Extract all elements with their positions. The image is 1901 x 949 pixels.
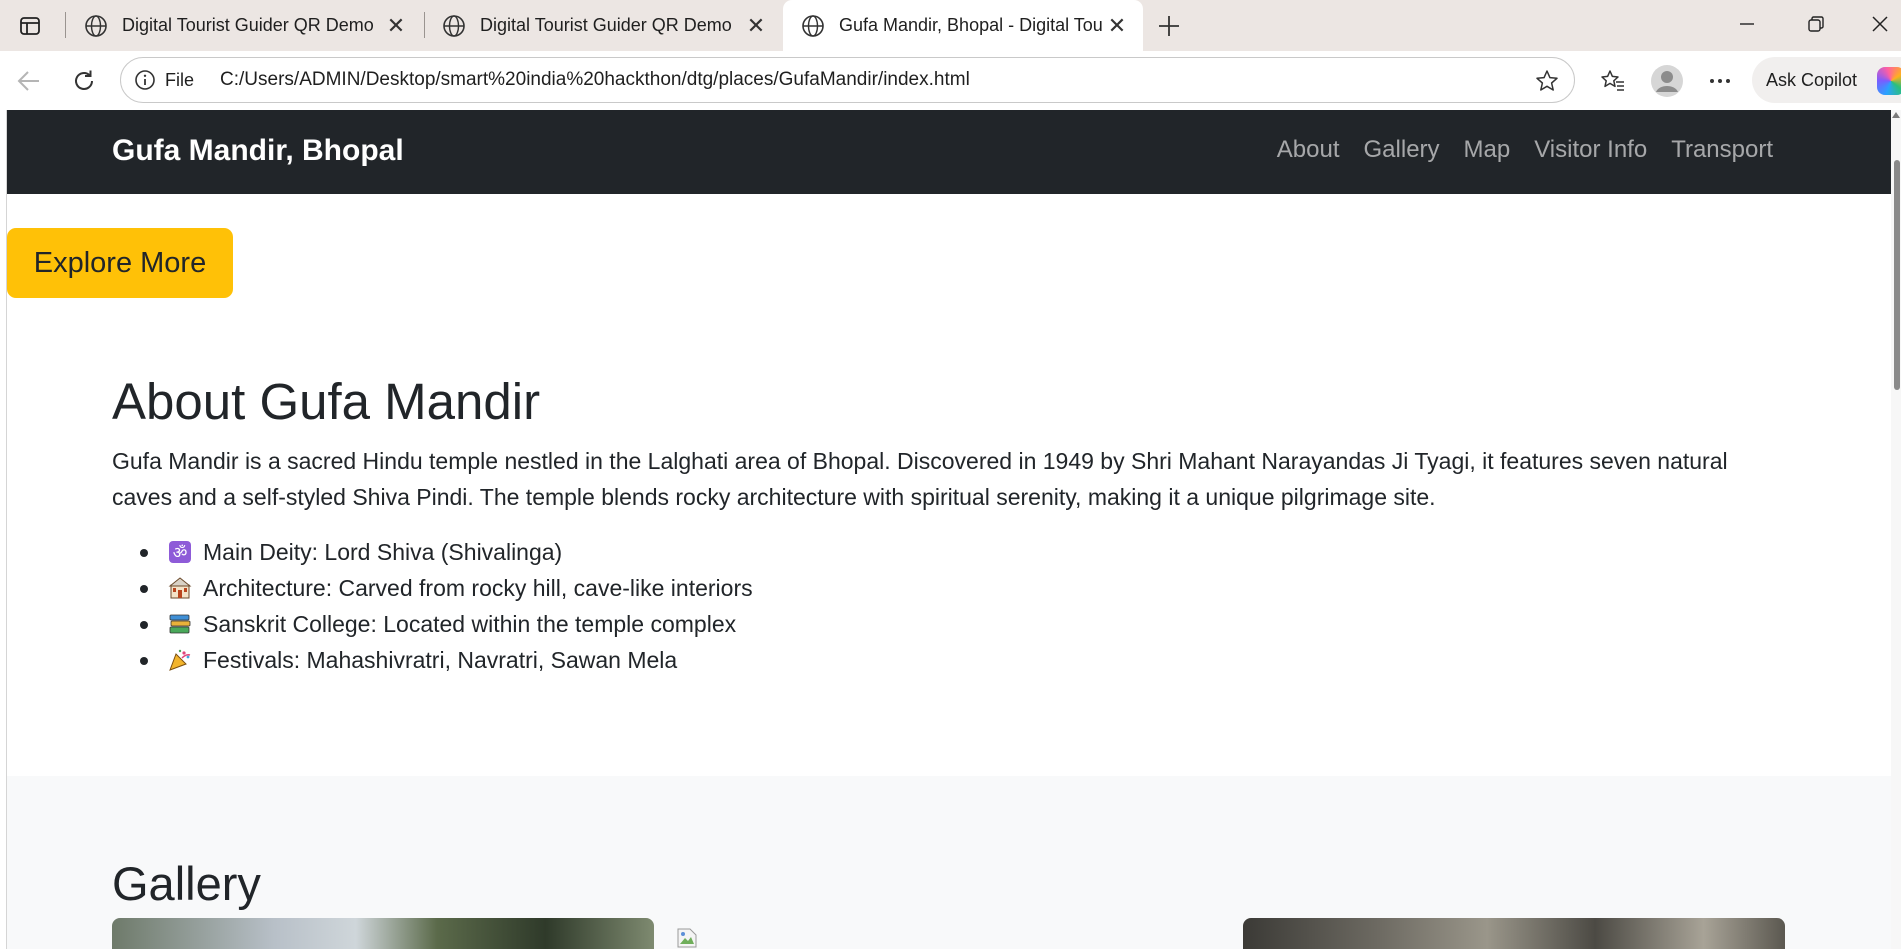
gallery-section: Gallery [7,776,1891,949]
tab-1[interactable]: Digital Tourist Guider QR Demo ✕ [66,0,422,51]
tab-2[interactable]: Digital Tourist Guider QR Demo ✕ [424,0,782,51]
back-button[interactable] [11,63,47,99]
address-bar[interactable]: File C:/Users/ADMIN/Desktop/smart%20indi… [120,57,1575,103]
nav-link-about[interactable]: About [1277,136,1340,164]
nav-link-transport[interactable]: Transport [1671,136,1773,164]
highlights-list: ॐ Main Deity: Lord Shiva (Shivalinga) Ar… [112,534,753,678]
temple-icon [167,575,193,601]
close-tab-icon[interactable]: ✕ [744,13,768,38]
gallery-photo[interactable] [112,918,654,949]
more-options-icon[interactable] [1703,64,1737,98]
list-item: Festivals: Mahashivratri, Navratri, Sawa… [112,642,753,678]
favorites-icon[interactable] [1596,64,1630,98]
profile-avatar-icon[interactable] [1650,64,1684,98]
tab-title: Digital Tourist Guider QR Demo [480,15,732,35]
tab-3-active[interactable]: Gufa Mandir, Bhopal - Digital Tou ✕ [783,0,1143,51]
browser-tab-strip: Digital Tourist Guider QR Demo ✕ Digital… [0,0,1901,51]
list-item: Sanskrit College: Located within the tem… [112,606,753,642]
refresh-button[interactable] [66,63,102,99]
books-icon [167,611,193,637]
explore-more-button[interactable]: Explore More [7,228,233,298]
nav-link-gallery[interactable]: Gallery [1364,136,1440,164]
gallery-heading: Gallery [112,857,261,910]
close-window-button[interactable] [1859,6,1901,42]
page-viewport: Gufa Mandir, Bhopal About Gallery Map Vi… [6,110,1891,949]
restore-button[interactable] [1795,6,1837,42]
refresh-icon [71,68,97,94]
site-nav-links: About Gallery Map Visitor Info Transport [1277,136,1773,164]
ask-copilot-label: Ask Copilot [1766,69,1858,90]
nav-link-map[interactable]: Map [1464,136,1511,164]
broken-image-icon [675,926,699,949]
list-item: ॐ Main Deity: Lord Shiva (Shivalinga) [112,534,753,570]
om-icon: ॐ [167,539,193,565]
address-url[interactable]: C:/Users/ADMIN/Desktop/smart%20india%20h… [220,69,970,91]
favorite-star-icon[interactable] [1534,68,1560,94]
gallery-photo[interactable] [1243,918,1785,949]
highlight-text: Main Deity: Lord Shiva (Shivalinga) [203,539,563,565]
party-popper-icon [167,647,193,673]
arrow-left-icon [16,68,42,94]
highlight-text: Architecture: Carved from rocky hill, ca… [203,575,753,601]
highlight-text: Sanskrit College: Located within the tem… [203,611,737,637]
minimize-button[interactable] [1726,6,1768,42]
globe-icon [84,14,108,38]
svg-text:ॐ: ॐ [173,543,188,562]
site-brand[interactable]: Gufa Mandir, Bhopal [112,134,404,168]
tab-title: Gufa Mandir, Bhopal - Digital Tou [839,15,1103,35]
scroll-up-arrow-icon[interactable] [1892,112,1900,118]
close-tab-icon[interactable]: ✕ [1105,13,1129,38]
site-navbar: Gufa Mandir, Bhopal About Gallery Map Vi… [7,110,1891,194]
ask-copilot-button[interactable]: Ask Copilot [1752,57,1901,103]
highlight-text: Festivals: Mahashivratri, Navratri, Sawa… [203,647,678,673]
close-tab-icon[interactable]: ✕ [384,13,408,38]
copilot-icon [1877,67,1901,95]
about-heading: About Gufa Mandir [112,373,541,430]
browser-toolbar: File C:/Users/ADMIN/Desktop/smart%20indi… [0,51,1901,110]
tab-title: Digital Tourist Guider QR Demo [122,15,374,35]
page-scrollbar[interactable] [1891,110,1901,949]
about-description: Gufa Mandir is a sacred Hindu temple nes… [112,448,1728,510]
globe-icon [442,14,466,38]
new-tab-button[interactable] [1153,10,1185,42]
tab-actions-icon[interactable] [16,12,44,40]
nav-link-visitor-info[interactable]: Visitor Info [1534,136,1647,164]
scrollbar-thumb[interactable] [1894,160,1900,390]
site-info-icon[interactable] [133,68,157,92]
globe-icon [801,14,825,38]
list-item: Architecture: Carved from rocky hill, ca… [112,570,753,606]
address-scheme-label: File [165,69,195,90]
